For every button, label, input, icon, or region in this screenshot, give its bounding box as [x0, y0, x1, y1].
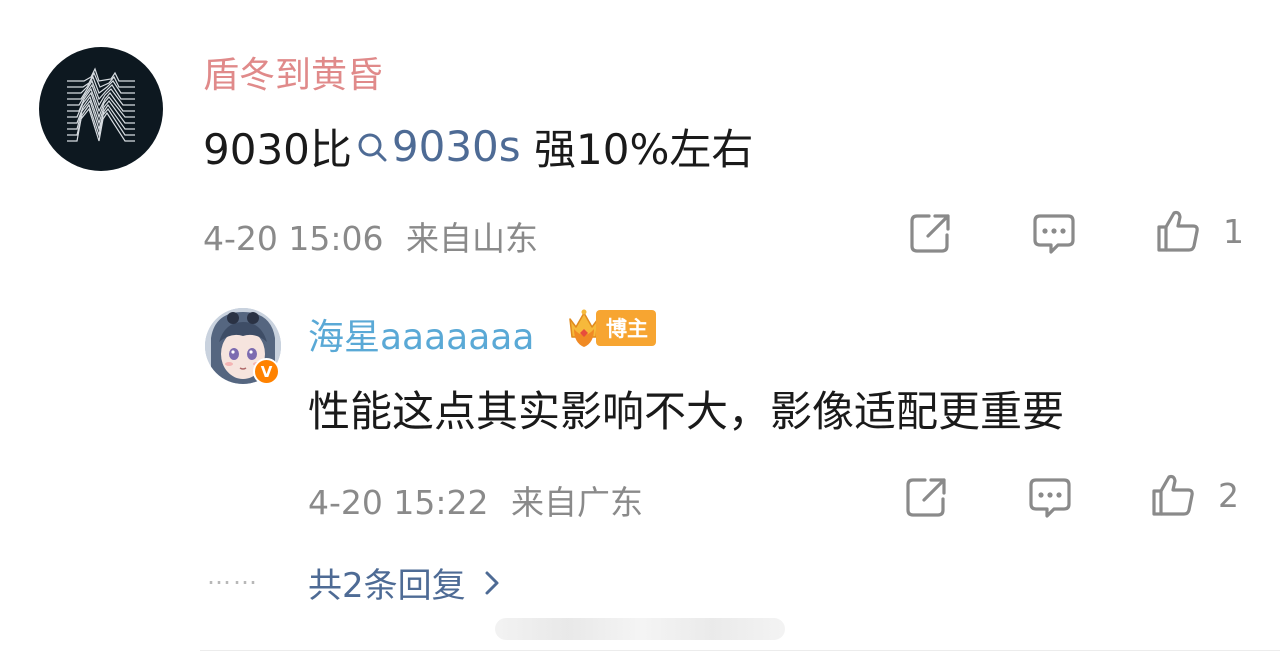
comment-text-prefix: 9030比: [203, 125, 352, 174]
share-icon[interactable]: [907, 210, 953, 256]
topic-label: 9030s: [391, 122, 521, 171]
reply-location: 来自广东: [511, 483, 643, 522]
username[interactable]: 盾冬到黄昏: [203, 46, 383, 98]
comment-icon[interactable]: [1031, 210, 1077, 256]
topic-link[interactable]: 9030s: [354, 122, 521, 171]
reply-meta: 4-20 15:22 来自广东: [308, 476, 643, 524]
reply-username[interactable]: 海星aaaaaaa: [308, 308, 534, 360]
more-replies-link[interactable]: 共2条回复: [308, 558, 500, 607]
more-replies-dots: ……: [207, 562, 259, 590]
reply-text: 性能这点其实影响不大，影像适配更重要: [308, 387, 1065, 436]
comment-meta: 4-20 15:06 来自山东: [203, 212, 538, 260]
search-icon: [358, 133, 387, 161]
verified-badge: V: [253, 358, 280, 385]
comment-text: 9030比 9030s 强10%左右: [203, 116, 753, 177]
blurred-divider: [495, 618, 785, 640]
chevron-right-icon: [485, 571, 499, 594]
share-icon[interactable]: [903, 474, 949, 520]
like-icon[interactable]: [1155, 208, 1201, 254]
more-replies-label: 共2条回复: [308, 566, 466, 606]
divider: [200, 650, 1280, 651]
blogger-badge-label: 博主: [596, 310, 656, 346]
comment-icon[interactable]: [1027, 474, 1073, 520]
comment-location: 来自山东: [406, 219, 538, 258]
like-count: 1: [1223, 212, 1244, 251]
reply-like-count: 2: [1218, 476, 1239, 515]
blogger-badge: 博主: [566, 307, 656, 349]
like-icon[interactable]: [1150, 472, 1196, 518]
avatar[interactable]: [39, 47, 163, 171]
comment-time: 4-20 15:06: [203, 219, 384, 258]
reply-time: 4-20 15:22: [308, 483, 489, 522]
comment-text-suffix: 强10%左右: [520, 125, 754, 174]
